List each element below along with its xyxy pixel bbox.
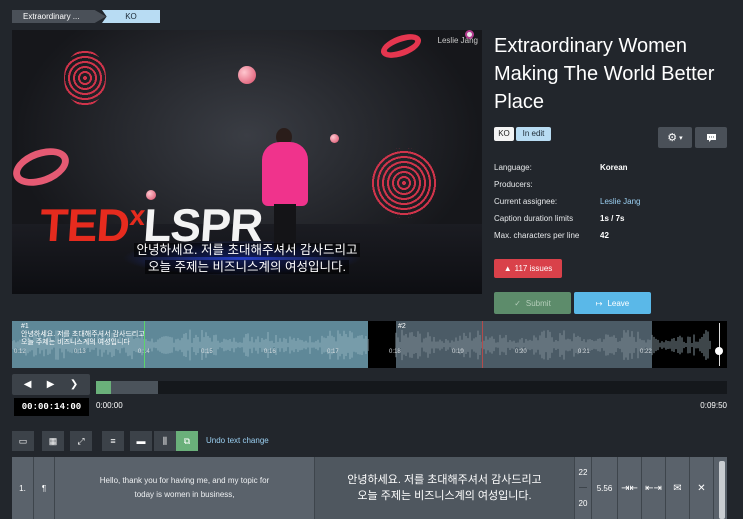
zoom-track <box>719 323 720 366</box>
time-tick: 0:20 <box>515 349 527 355</box>
timing-icon: ⫼ <box>162 435 168 446</box>
video-watermark: Leslie Jang <box>437 36 478 45</box>
delete-caption-button[interactable]: ✕ <box>690 457 714 519</box>
meta-producers: Producers: <box>494 180 533 189</box>
merge-icon: ⇥⇤ <box>621 482 638 494</box>
target-line-1: 안녕하세요. 저를 초대해주셔서 감사드리고 <box>347 474 542 486</box>
caption-comment-button[interactable]: ✉ <box>666 457 690 519</box>
progress-played <box>96 381 111 394</box>
assignee-link[interactable]: Leslie Jang <box>600 197 640 214</box>
caption-duration: 5.56 <box>592 457 618 519</box>
decor-ring <box>12 141 75 193</box>
segment-1-label: #1 안녕하세요. 저를 초대해주셔서 감사드리고 오늘 주제는 비즈니스계의 … <box>21 323 145 346</box>
status-badge: In edit <box>516 127 551 141</box>
play-icon[interactable]: ▶ <box>47 379 55 390</box>
decor-ring <box>377 30 425 63</box>
close-icon: ✕ <box>697 482 706 494</box>
breadcrumb-video[interactable]: Extraordinary ... <box>12 10 106 23</box>
waveform-timeline[interactable]: #1 안녕하세요. 저를 초대해주셔서 감사드리고 오늘 주제는 비즈니스계의 … <box>12 321 727 368</box>
target-text-editor[interactable]: 안녕하세요. 저를 초대해주셔서 감사드리고 오늘 주제는 비즈니스계의 여성입… <box>315 457 575 519</box>
layout-list-button[interactable]: ≡ <box>102 431 124 451</box>
time-tick: 0:21 <box>578 349 590 355</box>
waveform-icon: ⧉ <box>183 435 191 446</box>
video-metadata: Language: Korean Producers: Current assi… <box>494 163 640 248</box>
page-title: Extraordinary Women Making The World Bet… <box>494 35 715 113</box>
text-block-icon: ▬ <box>136 436 146 446</box>
comments-button[interactable] <box>695 127 727 148</box>
expand-icon: ⤢ <box>77 435 85 446</box>
speaker <box>262 142 308 206</box>
time-tick: 0:17 <box>327 349 339 355</box>
gear-icon: ⚙ <box>667 132 678 144</box>
meta-duration-limits: Caption duration limits 1s / 7s <box>494 214 625 223</box>
playhead[interactable] <box>144 321 145 368</box>
video-subtitle: 안녕하세요. 저를 초대해주셔서 감사드리고 오늘 주제는 비즈니스계의 여성입… <box>12 242 482 276</box>
view-text-button[interactable]: ▬ <box>130 431 152 451</box>
layout-split-button[interactable]: ▦ <box>42 431 64 451</box>
total-time: 0:09:50 <box>700 401 727 410</box>
segment-2-label: #2 <box>398 323 406 330</box>
source-text: Hello, thank you for having me, and my t… <box>55 457 315 519</box>
segment-boundary <box>482 321 483 368</box>
language-badge: KO <box>494 127 514 141</box>
subtitle-line-1: 안녕하세요. 저를 초대해주셔서 감사드리고 <box>133 243 361 257</box>
breadcrumb-language[interactable]: KO <box>102 10 160 23</box>
list-icon: ≡ <box>110 436 116 446</box>
table-row[interactable]: 1. ¶ Hello, thank you for having me, and… <box>12 457 727 519</box>
monitor-icon: ▭ <box>18 435 28 446</box>
zoom-handle[interactable] <box>715 347 723 355</box>
caption-number: 1. <box>12 457 34 519</box>
subtitle-line-2: 오늘 주제는 비즈니스계의 여성입니다. <box>145 260 349 274</box>
decor-ball <box>330 134 339 143</box>
meta-assignee: Current assignee: Leslie Jang <box>494 197 640 214</box>
paragraph-toggle[interactable]: ¶ <box>34 457 55 519</box>
current-time: 0:00:00 <box>96 401 123 410</box>
target-line-2: 오늘 주제는 비즈니스계의 여성입니다. <box>357 490 532 502</box>
split-button[interactable]: ⇤⇥ <box>642 457 666 519</box>
undo-link[interactable]: Undo text change <box>206 436 269 445</box>
time-tick: 0:19 <box>452 349 464 355</box>
time-tick: 0:22 <box>640 349 652 355</box>
char-count-line-2: 20 <box>578 499 588 508</box>
caret-down-icon: ▾ <box>679 134 683 142</box>
time-tick: 0:12 <box>14 349 26 355</box>
settings-menu-button[interactable]: ⚙ ▾ <box>658 127 692 148</box>
layout-fullscreen-button[interactable]: ⤢ <box>70 431 92 451</box>
leave-button[interactable]: ↦ Leave <box>574 292 651 314</box>
breadcrumb: Extraordinary ... KO <box>12 10 160 23</box>
layout-video-button[interactable]: ▭ <box>12 431 34 451</box>
decor-ring <box>370 148 438 218</box>
issues-button[interactable]: ▲ 117 issues <box>494 259 562 278</box>
time-tick: 0:13 <box>74 349 86 355</box>
playback-controls: ◀ ▶ ❯ <box>12 374 90 395</box>
comment-icon <box>706 133 716 142</box>
decor-ball <box>238 66 256 84</box>
char-counts: 22 20 <box>575 457 592 519</box>
time-tick: 0:18 <box>389 349 401 355</box>
submit-button[interactable]: ✓ Submit <box>494 292 571 314</box>
decor-ring <box>64 50 106 106</box>
meta-language: Language: Korean <box>494 163 628 172</box>
video-player[interactable]: TEDxLSPR Leslie Jang 안녕하세요. 저를 초대해주셔서 감사… <box>12 30 482 294</box>
meta-max-chars: Max. characters per line 42 <box>494 231 609 240</box>
next-icon[interactable]: ❯ <box>70 379 78 390</box>
view-waveform-button[interactable]: ⧉ <box>176 431 198 451</box>
comment-icon: ✉ <box>673 482 682 494</box>
split-layout-icon: ▦ <box>48 435 58 446</box>
check-icon: ✓ <box>514 298 521 308</box>
exit-icon: ↦ <box>595 298 603 308</box>
scrollbar[interactable] <box>719 461 725 519</box>
time-tick: 0:15 <box>201 349 213 355</box>
previous-icon[interactable]: ◀ <box>24 379 32 390</box>
progress-track[interactable] <box>96 381 727 394</box>
timecode-display: 00:00:14:00 <box>14 398 89 416</box>
split-icon: ⇤⇥ <box>645 482 662 494</box>
time-tick: 0:16 <box>264 349 276 355</box>
merge-button[interactable]: ⇥⇤ <box>618 457 642 519</box>
progress-buffer <box>110 381 158 394</box>
view-timing-button[interactable]: ⫼ <box>154 431 176 451</box>
char-count-line-1: 22 <box>578 457 588 488</box>
warning-icon: ▲ <box>503 264 512 273</box>
